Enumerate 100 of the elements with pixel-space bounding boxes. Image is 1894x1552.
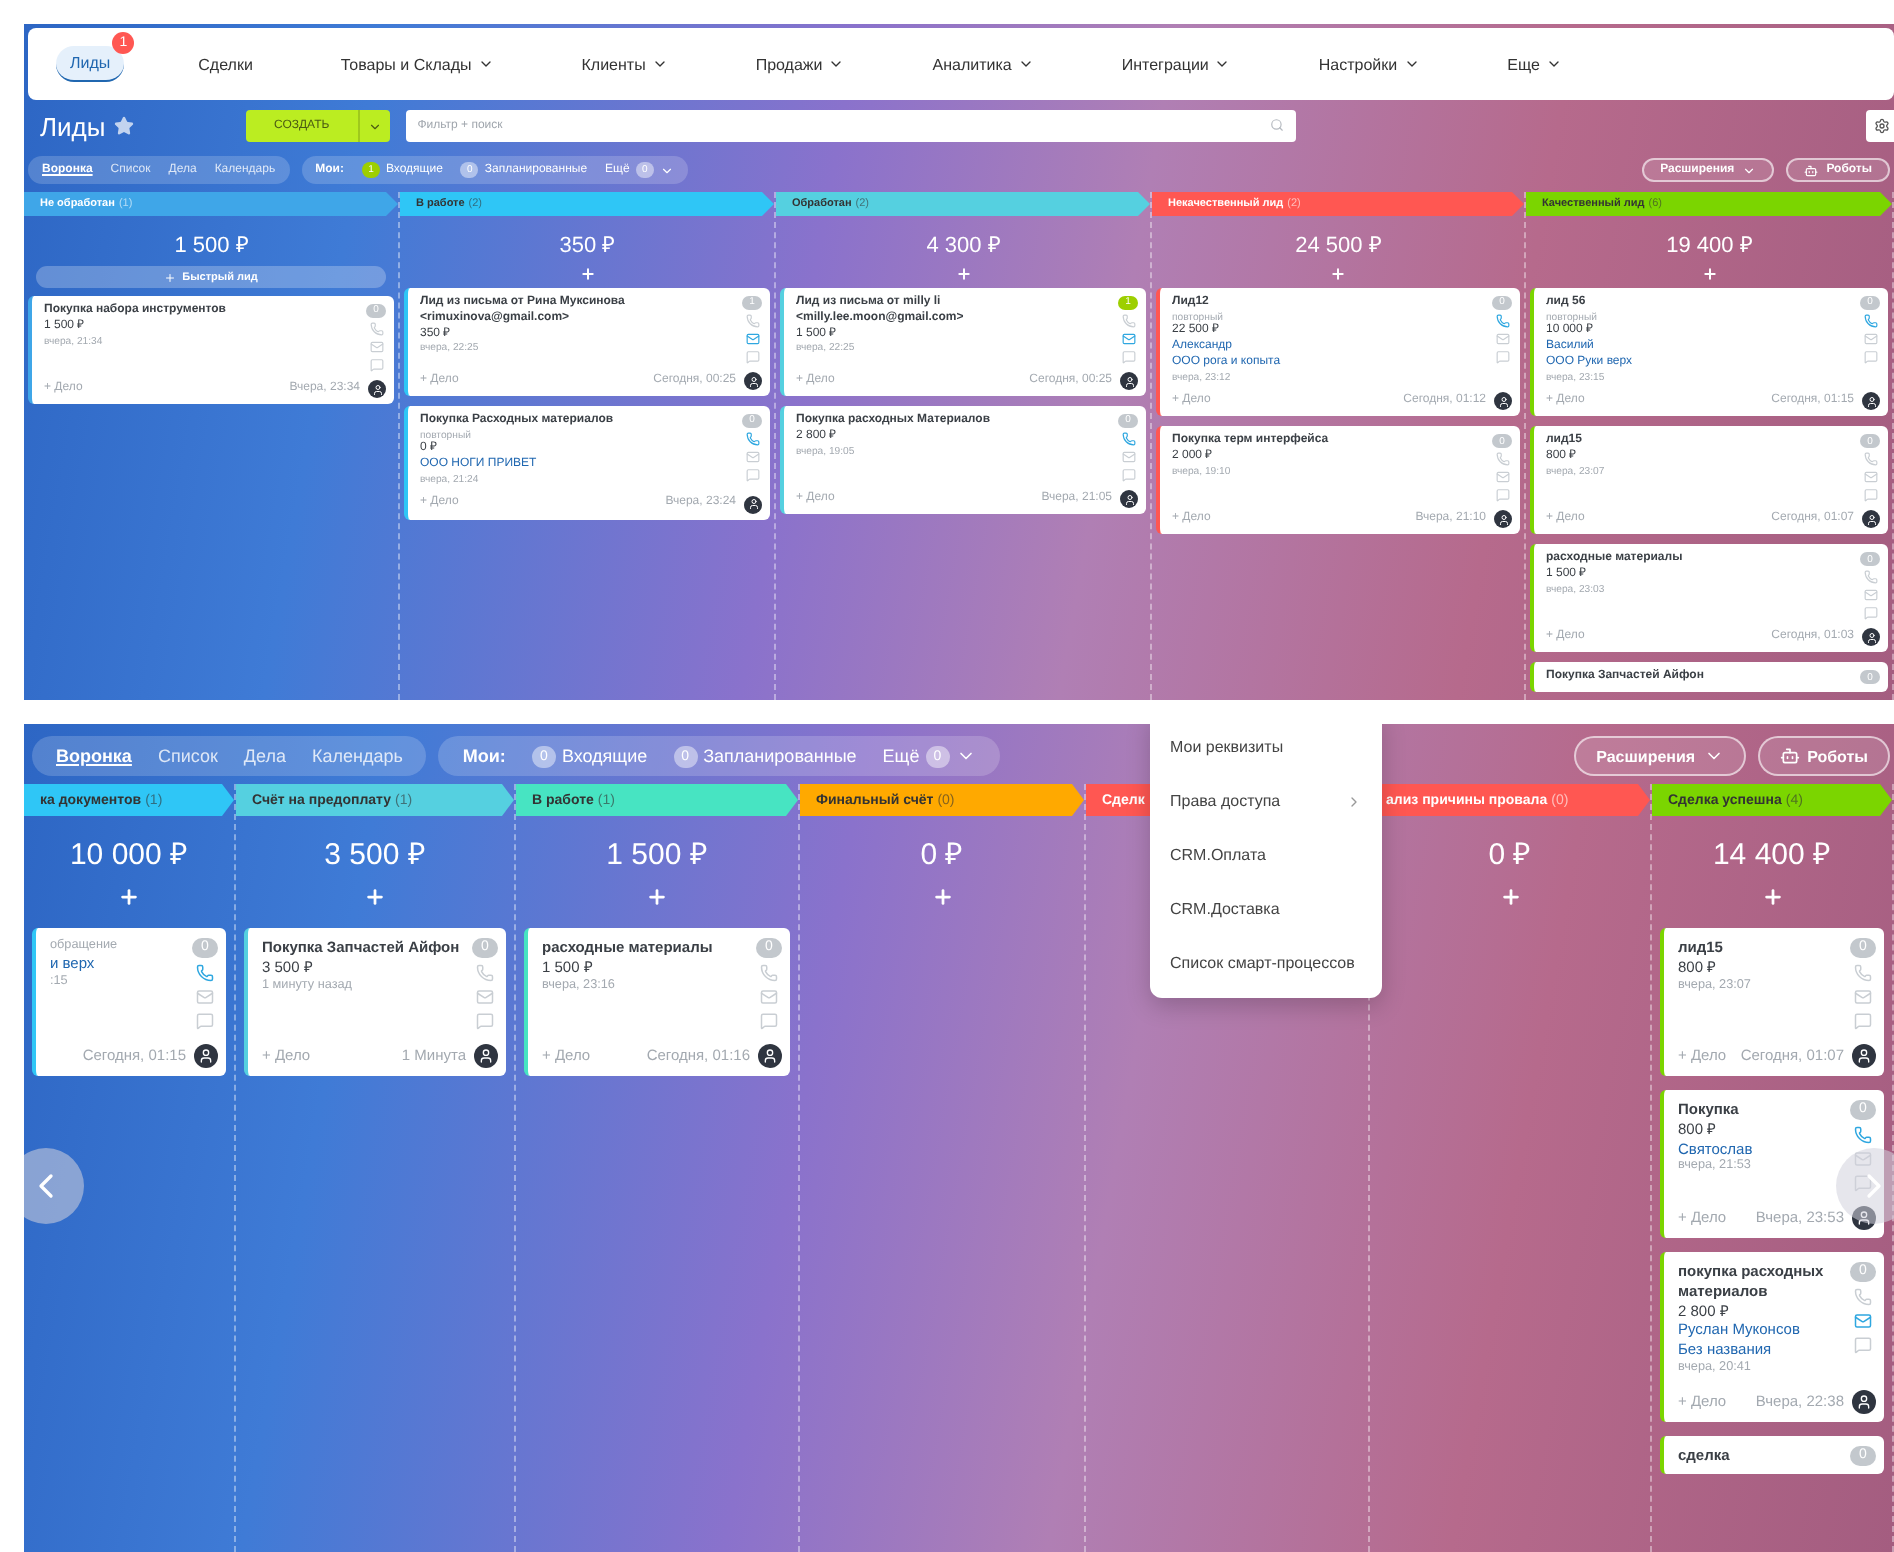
avatar-icon [1862, 392, 1880, 411]
stage-total: 0 ₽ [918, 836, 966, 876]
menu-item[interactable]: Мои реквизиты [1150, 724, 1382, 774]
phone-icon[interactable] [1121, 432, 1135, 446]
scroll-left-button[interactable] [24, 1148, 84, 1224]
chat-icon[interactable] [1854, 1012, 1872, 1030]
chat-icon[interactable] [1854, 1174, 1872, 1192]
nav-tab[interactable]: Еще [1493, 47, 1576, 81]
plus-icon [364, 886, 386, 908]
phone-icon[interactable] [1121, 314, 1135, 328]
stage-total: 3 500 ₽ [322, 836, 428, 876]
mail-icon[interactable] [369, 340, 383, 354]
nav-tab[interactable]: Продажи [741, 47, 859, 81]
phone-icon[interactable] [196, 964, 214, 982]
mail-icon[interactable] [1863, 332, 1877, 346]
star-icon[interactable] [113, 116, 134, 136]
mail-icon[interactable] [1854, 1150, 1872, 1168]
gear-icon [1874, 118, 1890, 134]
menu-item[interactable]: Список смарт-процессов [1150, 936, 1382, 990]
avatar-icon [1494, 510, 1512, 529]
chat-icon[interactable] [476, 1012, 494, 1030]
menu-item[interactable]: CRM.Оплата [1150, 828, 1382, 882]
phone-icon[interactable] [369, 322, 383, 336]
nav-tab[interactable]: Аналитика [918, 47, 1048, 81]
add-button[interactable] [646, 886, 668, 908]
mail-icon[interactable] [745, 332, 759, 346]
chat-icon[interactable] [1854, 1336, 1872, 1354]
plus-icon [1701, 266, 1717, 282]
plus-icon [646, 886, 668, 908]
chevron-down-icon [477, 56, 494, 72]
mail-icon[interactable] [1854, 1312, 1872, 1330]
view-tab[interactable]: Воронка [56, 746, 132, 766]
mail-icon[interactable] [1121, 332, 1135, 346]
phone-icon[interactable] [745, 432, 759, 446]
nav-tab[interactable]: Настройки [1304, 47, 1434, 81]
chat-icon[interactable] [196, 1012, 214, 1030]
plus-icon [955, 266, 971, 282]
phone-icon[interactable] [1854, 1288, 1872, 1306]
phone-icon[interactable] [476, 964, 494, 982]
phone-icon[interactable] [1854, 1126, 1872, 1144]
avatar-icon [1120, 372, 1138, 390]
add-button[interactable] [1499, 886, 1521, 908]
extensions-button[interactable]: Расширения [1574, 736, 1746, 776]
mail-icon[interactable] [1854, 988, 1872, 1006]
mail-icon[interactable] [476, 988, 494, 1006]
avatar-icon [1852, 1390, 1876, 1415]
chevron-down-icon [651, 56, 668, 72]
nav-tab[interactable]: Интеграции [1107, 47, 1245, 81]
page-title: Лиды [40, 111, 106, 141]
mail-icon[interactable] [1863, 470, 1877, 485]
mail-icon[interactable] [196, 988, 214, 1006]
add-button[interactable] [1330, 266, 1346, 282]
nav-tab[interactable]: Лиды [56, 46, 125, 82]
chat-icon[interactable] [1863, 488, 1877, 503]
add-button[interactable] [118, 886, 140, 908]
add-button[interactable] [955, 266, 971, 282]
phone-icon[interactable] [745, 314, 759, 328]
chat-icon[interactable] [745, 468, 759, 482]
mail-icon[interactable] [745, 450, 759, 464]
mail-icon[interactable] [1495, 332, 1509, 346]
avatar-icon [744, 372, 762, 390]
phone-icon[interactable] [1863, 314, 1877, 328]
mail-icon[interactable] [760, 988, 778, 1006]
chevron-down-icon [1403, 56, 1420, 72]
add-button[interactable] [1701, 266, 1717, 282]
chat-icon[interactable] [745, 350, 759, 364]
mail-icon[interactable] [1495, 470, 1509, 485]
chat-icon[interactable] [1863, 350, 1877, 364]
phone-icon[interactable] [1854, 964, 1872, 982]
chat-icon[interactable] [1121, 350, 1135, 364]
plus-icon [164, 271, 177, 283]
caret-icon [367, 119, 382, 133]
chat-icon[interactable] [1495, 488, 1509, 503]
phone-icon[interactable] [1495, 314, 1509, 328]
add-button[interactable] [579, 266, 595, 282]
mail-icon[interactable] [1121, 450, 1135, 464]
add-button[interactable] [931, 886, 953, 908]
nav-tab[interactable]: Сделки [184, 47, 267, 81]
chat-icon[interactable] [1495, 350, 1509, 364]
phone-icon[interactable] [1863, 570, 1877, 585]
settings-button[interactable] [1866, 110, 1894, 142]
nav-tab[interactable]: Товары и Склады [326, 47, 508, 81]
robots-button[interactable]: Роботы [1757, 736, 1890, 776]
mail-icon[interactable] [1863, 588, 1877, 603]
stage-total: 24 500 ₽ [1293, 232, 1383, 262]
phone-icon[interactable] [1863, 452, 1877, 467]
chat-icon[interactable] [760, 1012, 778, 1030]
avatar-icon [758, 1044, 782, 1068]
add-button[interactable] [364, 886, 386, 908]
chevron-down-icon [659, 163, 674, 177]
chat-icon[interactable] [369, 358, 383, 372]
phone-icon[interactable] [760, 964, 778, 982]
add-button[interactable] [1761, 886, 1783, 908]
nav-tab[interactable]: Клиенты [567, 47, 682, 81]
menu-item[interactable]: CRM.Доставка [1150, 882, 1382, 936]
chat-icon[interactable] [1863, 606, 1877, 621]
phone-icon[interactable] [1495, 452, 1509, 467]
chat-icon[interactable] [1121, 468, 1135, 482]
stage-total: 10 000 ₽ [67, 836, 191, 876]
avatar-icon [1852, 1206, 1876, 1230]
